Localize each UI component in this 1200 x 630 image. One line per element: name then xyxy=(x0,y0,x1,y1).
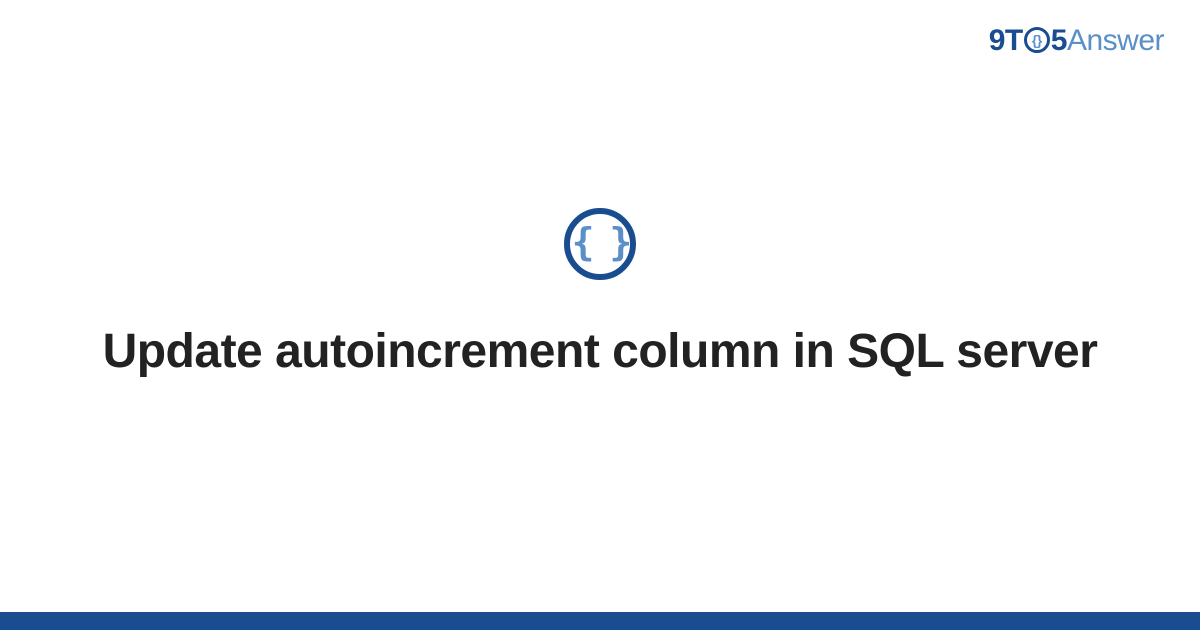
footer-bar xyxy=(0,612,1200,630)
code-braces-icon: { } xyxy=(564,208,636,280)
page-title: Update autoincrement column in SQL serve… xyxy=(103,322,1098,382)
main-content: { } Update autoincrement column in SQL s… xyxy=(0,0,1200,630)
